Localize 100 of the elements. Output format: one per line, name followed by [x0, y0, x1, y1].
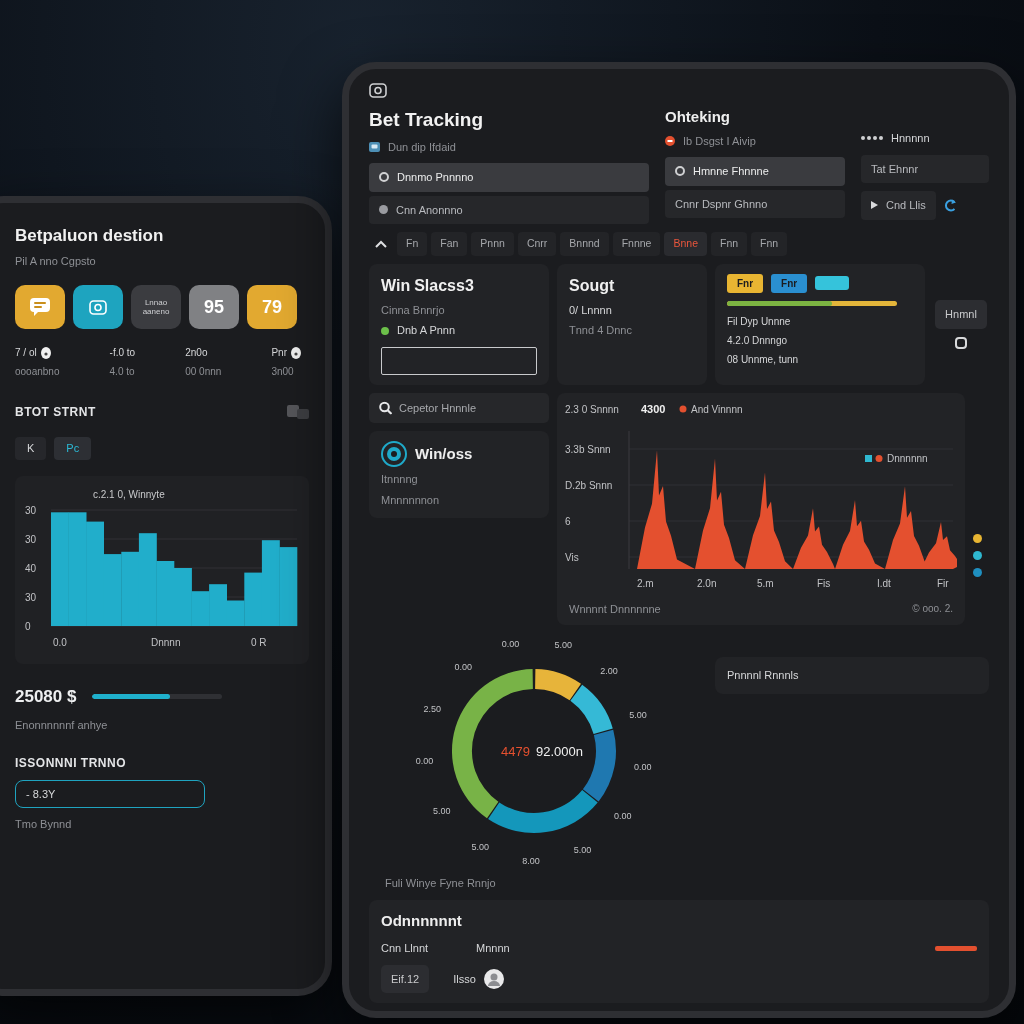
action-button[interactable]: Hnmnl: [935, 300, 987, 329]
panel-title: Odnnnnnnt: [381, 910, 463, 931]
balance-amount: 25080 $: [15, 685, 77, 708]
menu-item[interactable]: Cnn Anonnno: [369, 195, 649, 224]
dot-icon: [40, 346, 51, 359]
section-title: Ohteking: [665, 107, 731, 127]
score-tile[interactable]: 95: [189, 285, 239, 329]
list-item[interactable]: Cnnr Dspnr Ghnno: [665, 189, 845, 218]
card-title: Win: [381, 275, 411, 296]
tab[interactable]: Fan: [431, 232, 468, 256]
monitor-icon: [369, 141, 380, 152]
axis-label: 0.0: [53, 636, 67, 648]
side-button[interactable]: Tat Ehnnr: [861, 154, 989, 183]
card-title-accent: Slacss3: [414, 275, 474, 296]
axis-label: 0.00: [634, 762, 652, 773]
tab[interactable]: Bnnnd: [560, 232, 609, 256]
chart-footnote: © ooo. 2.: [912, 601, 953, 616]
axis-label: 0 R: [251, 636, 267, 648]
tab[interactable]: Fnnne: [612, 232, 661, 256]
axis-label: 2.00: [600, 665, 618, 676]
summary-text: Fil Dyp Unnne: [727, 314, 792, 329]
stat-value: 00 0nnn: [185, 365, 222, 379]
dashboard-subtitle: Pil A nno Cgpsto: [15, 253, 97, 269]
axis-label: 0.00: [614, 811, 632, 822]
dot-icon: [291, 346, 301, 359]
axis-label: 0.00: [501, 638, 520, 649]
dot-icon: [379, 205, 388, 215]
axis-label: 30: [25, 591, 37, 603]
minus-icon: [665, 135, 675, 146]
card-note: Tnnd 4 Dnnc: [569, 323, 633, 339]
axis-label: 2.0n: [697, 577, 717, 589]
dots-icon: [861, 136, 883, 141]
tab[interactable]: Fn: [397, 232, 428, 256]
search-icon: [379, 401, 392, 415]
tab[interactable]: Pc: [54, 437, 92, 460]
axis-label: 2.50: [423, 704, 441, 715]
icon-tile[interactable]: [15, 285, 65, 329]
axis-label: 5.00: [629, 710, 647, 721]
legend-dot-icon: [875, 454, 883, 462]
tab[interactable]: Bnne: [664, 232, 707, 256]
action-button[interactable]: Eif.12: [381, 964, 430, 994]
legend-square-icon: [865, 454, 872, 462]
panel-text: Mnnnnnnon: [381, 492, 441, 508]
icon-tile[interactable]: [73, 285, 123, 329]
axis-label: 0.00: [415, 756, 434, 767]
balance-caption: Enonnnnnnf anhye: [15, 718, 109, 733]
refresh-icon: [943, 198, 956, 212]
axis-label: 5.00: [471, 842, 490, 853]
chart-value: 4300: [641, 402, 666, 415]
account-heading: ISSONNNI TRNNO: [15, 754, 127, 772]
axis-label: Dnnnn: [151, 636, 181, 648]
app-title: Bet Tracking: [369, 108, 485, 132]
panel-title: Win/oss: [415, 444, 473, 464]
axis-label: D.2b Snnn: [565, 479, 613, 491]
stat-value: 4.0 to: [109, 365, 136, 379]
side-link[interactable]: Cnd Llis: [861, 191, 936, 220]
stat-label: 7 / ol: [15, 346, 37, 360]
tab[interactable]: K: [15, 437, 47, 460]
chat-bubble-icon: [30, 298, 50, 316]
legend-panel: Pnnnnl Rnnnls: [715, 657, 989, 694]
ring-icon: [379, 172, 389, 183]
target-icon: [381, 441, 407, 468]
camera-icon: [89, 299, 107, 315]
axis-label: 30: [25, 533, 37, 545]
squares-icon: [287, 405, 309, 419]
tab[interactable]: Cnrr: [517, 232, 557, 256]
entry-field[interactable]: [381, 346, 537, 375]
stat-label: -f.0 to: [109, 346, 136, 360]
panel-text: Itnnnng: [381, 472, 419, 488]
card-title: Sougt: [569, 275, 616, 296]
dashboard-title: Betpaluon destion: [15, 225, 165, 247]
legend-label: Dnnnnnn: [887, 452, 928, 464]
axis-label: 5.m: [757, 577, 774, 589]
ring-icon: [675, 166, 685, 177]
stat-value: oooanbno: [15, 365, 60, 379]
caption-tile[interactable]: Lnnao aaneno: [131, 285, 181, 329]
axis-label: Fis: [817, 577, 831, 589]
square-icon: [955, 336, 967, 349]
tab[interactable]: Pnnn: [471, 232, 514, 256]
axis-label: 30: [25, 504, 37, 516]
section-subtitle: Ib Dsgst I Aivip: [683, 133, 756, 149]
search-field[interactable]: Cepetor Hnnnle: [369, 392, 549, 424]
menu-item[interactable]: Dnnmo Pnnnno: [369, 163, 649, 192]
tag: Fnr: [727, 273, 764, 293]
status-text: Dnb A Pnnn: [397, 323, 456, 339]
camera-icon: [369, 83, 387, 98]
chart-caption: Fuli Winye Fyne Rnnjo: [384, 876, 497, 892]
axis-label: 6: [565, 515, 571, 527]
side-label: Hnnnnn: [891, 131, 930, 146]
tab[interactable]: Fnn: [711, 232, 748, 256]
axis-label: 5.00: [554, 640, 572, 651]
value-field[interactable]: - 8.3Y: [15, 779, 205, 808]
axis-label: I.dt: [877, 577, 891, 589]
legend-label: And Vinnnn: [691, 403, 743, 415]
axis-label: 0.00: [454, 661, 473, 672]
list-item[interactable]: Hmnne Fhnnne: [665, 157, 845, 186]
stat-value: 3n00: [271, 365, 295, 379]
legend-dot-icon: [679, 405, 687, 413]
tab[interactable]: Fnn: [751, 232, 788, 256]
axis-label: Fir: [937, 577, 949, 589]
